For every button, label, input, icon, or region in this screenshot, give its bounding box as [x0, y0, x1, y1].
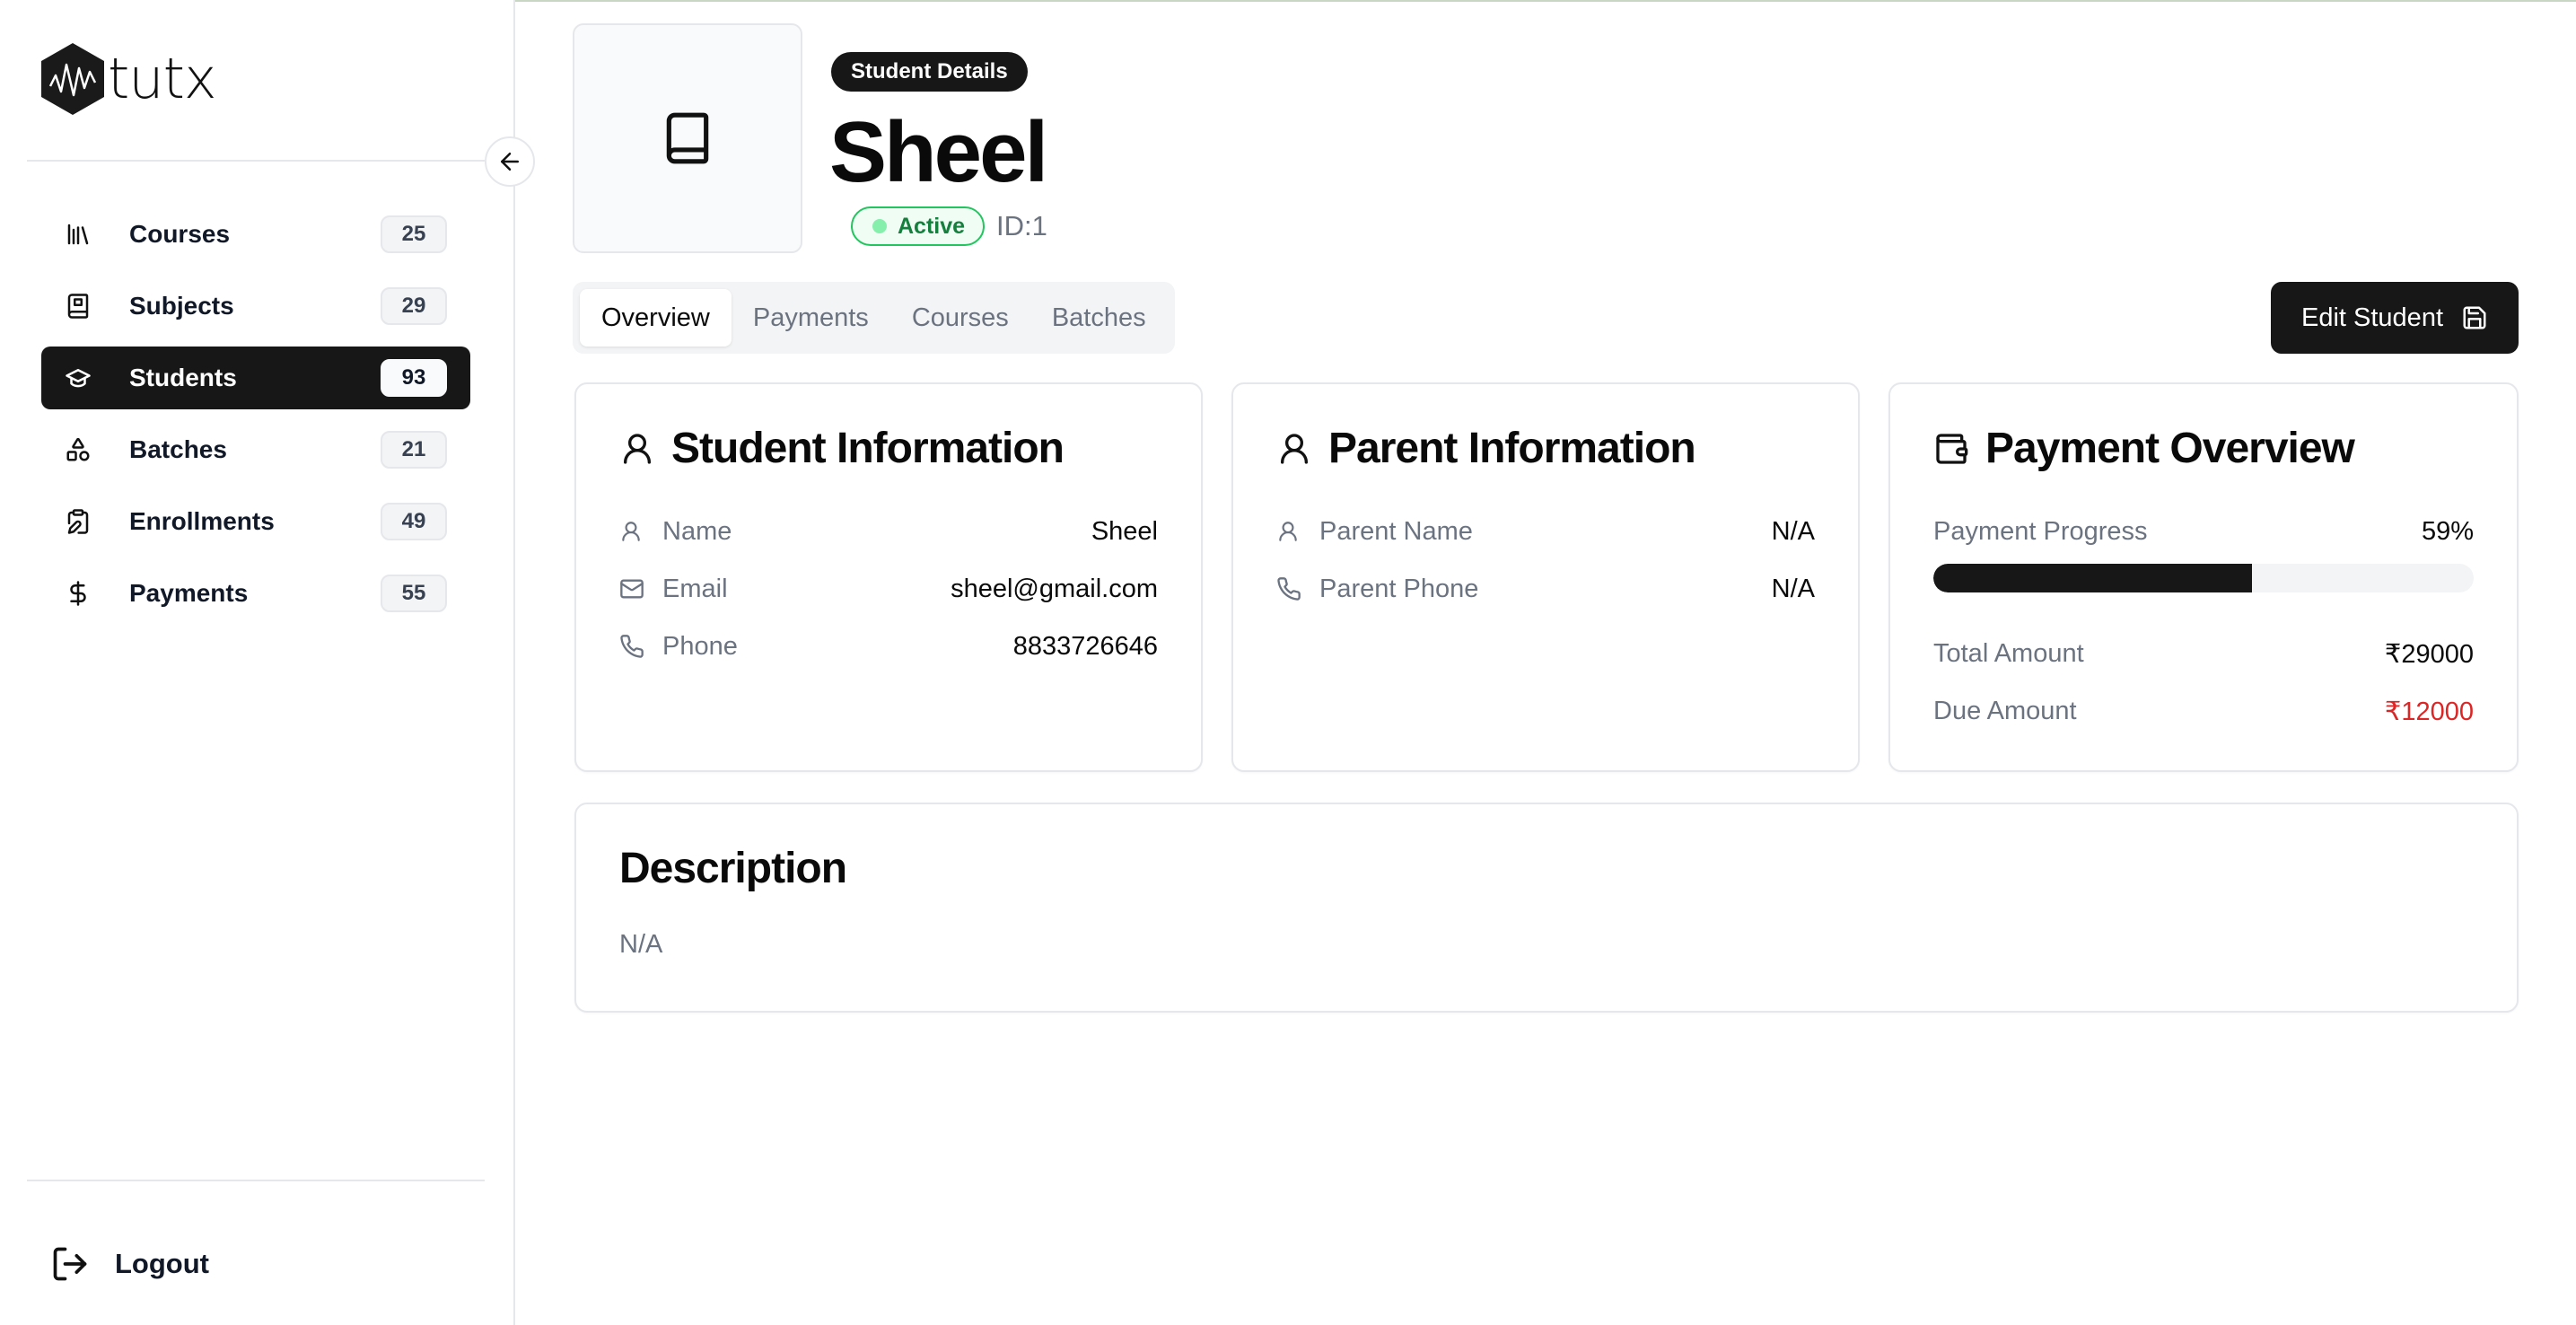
payment-progress-fill: [1933, 564, 2253, 592]
phone-icon: [1276, 576, 1305, 601]
row-value: Sheel: [1091, 516, 1158, 546]
library-icon: [63, 219, 93, 250]
mail-icon: [619, 576, 648, 601]
sidebar-item-label: Students: [129, 364, 237, 391]
tab-courses[interactable]: Courses: [890, 289, 1030, 347]
sidebar-divider-bottom: [27, 1180, 485, 1181]
info-row-parent-phone: Parent Phone N/A: [1276, 571, 1815, 607]
edit-student-button[interactable]: Edit Student: [2271, 282, 2519, 354]
sidebar-item-subjects[interactable]: Subjects 29: [41, 275, 470, 338]
row-label: Name: [662, 516, 732, 546]
info-row-parent-name: Parent Name N/A: [1276, 513, 1815, 549]
sidebar-collapse-button[interactable]: [485, 136, 535, 187]
sidebar-item-count: 93: [381, 359, 447, 397]
card-title-text: Student Information: [671, 425, 1065, 472]
arrow-left-icon: [501, 153, 519, 171]
status-dot: [872, 219, 887, 233]
logout-button[interactable]: Logout: [50, 1244, 209, 1284]
parent-info-card: Parent Information Parent Name N/A Paren…: [1231, 382, 1860, 772]
sidebar-item-count: 21: [381, 431, 447, 469]
user-icon: [619, 430, 657, 468]
progress-label: Payment Progress: [1933, 516, 2148, 546]
row-value: N/A: [1771, 516, 1815, 546]
phone-icon: [619, 634, 648, 659]
sidebar-item-enrollments[interactable]: Enrollments 49: [41, 490, 470, 553]
progress-percent: 59%: [2421, 516, 2474, 546]
description-text: N/A: [619, 930, 663, 959]
logo-mark-icon: [41, 43, 104, 115]
sidebar-nav: Courses 25 Subjects 29 Students 93 Batch…: [41, 203, 470, 634]
card-title-text: Parent Information: [1328, 425, 1696, 472]
sidebar-item-payments[interactable]: Payments 55: [41, 562, 470, 625]
info-row-phone: Phone 8833726646: [619, 628, 1158, 664]
total-amount-value: ₹29000: [2384, 639, 2474, 669]
tab-batches[interactable]: Batches: [1030, 289, 1168, 347]
logout-icon: [53, 1247, 87, 1281]
row-value: sheel@gmail.com: [951, 574, 1158, 603]
row-value: N/A: [1771, 574, 1815, 603]
payment-overview-card: Payment Overview Payment Progress 59% To…: [1888, 382, 2519, 772]
sidebar-item-count: 49: [381, 503, 447, 540]
card-title-text: Payment Overview: [1985, 425, 2355, 472]
book-icon: [63, 291, 93, 321]
shapes-icon: [63, 434, 93, 465]
sidebar: tutx Courses 25 Subjects 29 Students 93: [0, 0, 515, 1325]
due-amount-row: Due Amount ₹12000: [1933, 693, 2474, 729]
student-avatar: [573, 23, 802, 253]
status-label: Active: [898, 213, 966, 239]
save-icon: [2461, 304, 2488, 331]
tab-payments[interactable]: Payments: [732, 289, 890, 347]
graduation-cap-icon: [63, 363, 93, 393]
sidebar-item-count: 29: [381, 287, 447, 325]
sidebar-item-count: 25: [381, 215, 447, 253]
sidebar-item-label: Enrollments: [129, 507, 275, 535]
edit-student-label: Edit Student: [2301, 303, 2443, 332]
row-value: 8833726646: [1012, 631, 1158, 661]
row-label: Email: [662, 574, 728, 603]
sidebar-divider-top: [27, 160, 485, 162]
row-label: Parent Name: [1319, 516, 1473, 546]
logo-text: tutx: [108, 46, 217, 111]
dollar-icon: [63, 578, 93, 609]
info-row-name: Name Sheel: [619, 513, 1158, 549]
clipboard-edit-icon: [63, 506, 93, 537]
book-icon: [666, 112, 709, 164]
sidebar-item-courses[interactable]: Courses 25: [41, 203, 470, 266]
page-badge: Student Details: [831, 52, 1028, 92]
parent-info-title: Parent Information: [1276, 424, 1696, 473]
payment-overview-title: Payment Overview: [1933, 424, 2355, 473]
user-icon: [619, 520, 648, 543]
total-amount-row: Total Amount ₹29000: [1933, 636, 2474, 671]
row-label: Parent Phone: [1319, 574, 1479, 603]
sidebar-item-label: Payments: [129, 579, 249, 607]
payment-progress-bar: [1933, 564, 2474, 592]
page-title: Sheel: [829, 104, 1048, 200]
sidebar-item-students[interactable]: Students 93: [41, 347, 470, 409]
info-row-email: Email sheel@gmail.com: [619, 571, 1158, 607]
user-icon: [1276, 430, 1314, 468]
row-label: Phone: [662, 631, 738, 661]
student-id: ID:1: [996, 210, 1047, 241]
due-amount-value: ₹12000: [2384, 697, 2474, 726]
description-title: Description: [619, 845, 847, 892]
sidebar-item-label: Courses: [129, 220, 231, 248]
logout-label: Logout: [115, 1248, 210, 1279]
sidebar-item-label: Subjects: [129, 292, 234, 320]
sidebar-item-batches[interactable]: Batches 21: [41, 418, 470, 481]
status-badge: Active: [851, 206, 986, 246]
user-icon: [1276, 520, 1305, 543]
total-amount-label: Total Amount: [1933, 638, 2084, 668]
logo[interactable]: tutx: [39, 41, 217, 117]
sidebar-item-label: Batches: [129, 435, 227, 463]
due-amount-label: Due Amount: [1933, 696, 2077, 725]
tab-overview[interactable]: Overview: [580, 289, 732, 347]
sidebar-item-count: 55: [381, 575, 447, 612]
payment-progress-row: Payment Progress 59%: [1933, 513, 2474, 549]
student-info-card: Student Information Name Sheel Email she…: [574, 382, 1203, 772]
description-card: Description N/A: [574, 803, 2519, 1013]
student-info-title: Student Information: [619, 424, 1065, 473]
tab-bar: Overview Payments Courses Batches: [573, 282, 1175, 354]
wallet-icon: [1933, 430, 1971, 468]
